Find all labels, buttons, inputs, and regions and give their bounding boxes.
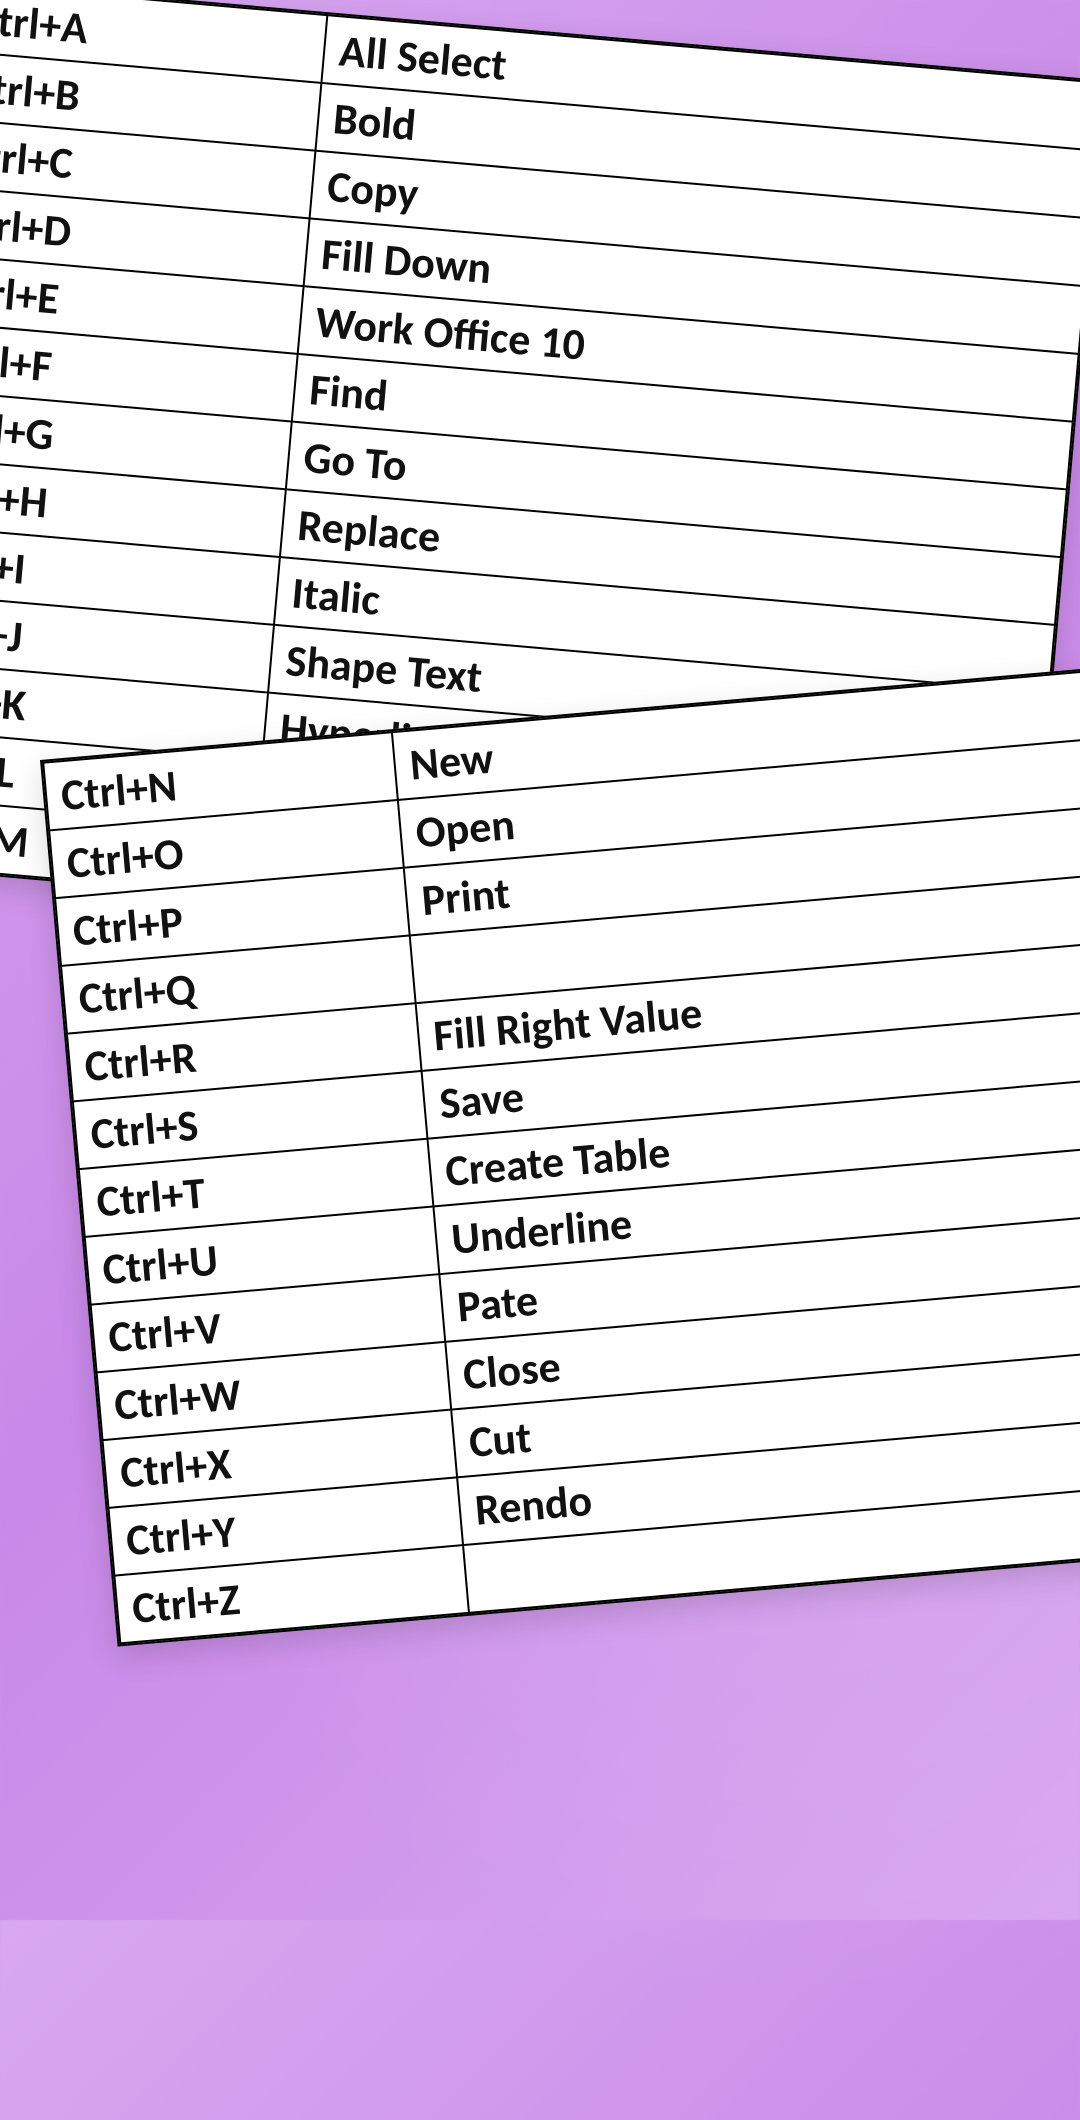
shortcuts-table-bottom: Ctrl+NNewCtrl+OOpenCtrl+PPrintCtrl+QCtrl… bbox=[40, 664, 1080, 1646]
keyboard-shortcuts-table-2: Ctrl+NNewCtrl+OOpenCtrl+PPrintCtrl+QCtrl… bbox=[42, 666, 1080, 1644]
